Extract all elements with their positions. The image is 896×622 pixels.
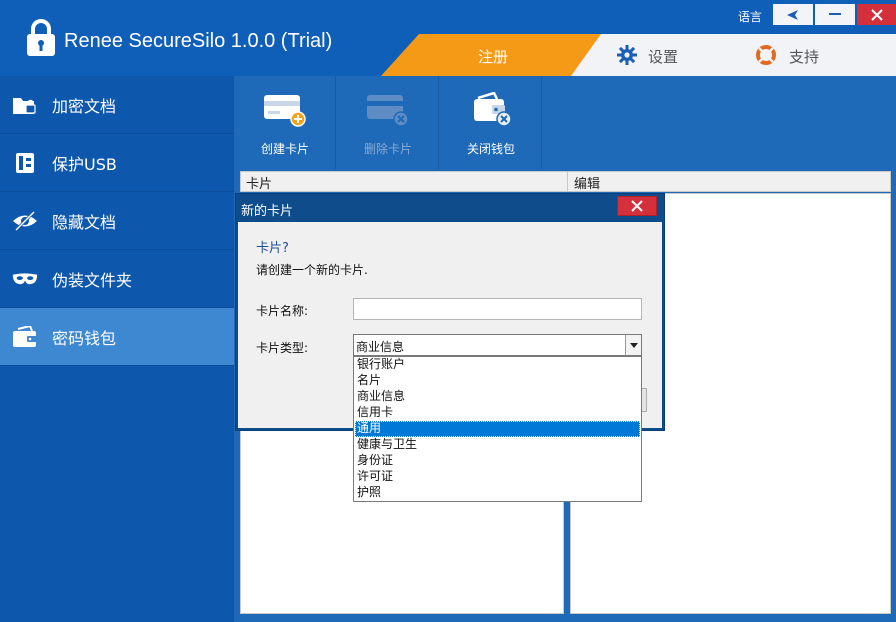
language-arrow-icon [787, 9, 798, 20]
lock-icon [27, 19, 55, 56]
sidebar-item-label: 密码钱包 [52, 328, 117, 348]
sidebar-item-label: 隐藏文档 [52, 212, 117, 232]
card-add-icon [264, 95, 306, 127]
sidebar-item-label: 保护USB [52, 154, 117, 174]
lock-folder-icon [13, 97, 36, 114]
dropdown-option[interactable]: 商业信息 [355, 389, 640, 405]
sidebar-item-usb[interactable]: 保护USB [0, 134, 234, 192]
wallet-close-icon [474, 92, 512, 127]
tab-support[interactable]: 支持 [789, 46, 819, 67]
dropdown-option[interactable]: 信用卡 [355, 405, 640, 421]
app-title: Renee SecureSilo 1.0.0 (Trial) [64, 30, 333, 52]
delete-card-label: 删除卡片 [363, 142, 412, 156]
column-divider[interactable] [567, 172, 568, 191]
dropdown-option[interactable]: 银行账户 [355, 357, 640, 373]
toolbar: 创建卡片 删除卡片 关闭钱包 [234, 76, 896, 169]
tab-register-label[interactable]: 注册 [478, 46, 508, 67]
sidebar-item-hide[interactable]: 隐藏文档 [0, 192, 234, 250]
dropdown-option[interactable]: 许可证 [355, 469, 640, 485]
card-delete-icon [367, 95, 409, 127]
card-name-label: 卡片名称: [256, 304, 309, 318]
dropdown-option[interactable]: 健康与卫生 [355, 437, 640, 453]
minimize-icon [829, 13, 841, 15]
close-wallet-label: 关闭钱包 [466, 142, 515, 156]
dropdown-option[interactable]: 护照 [355, 485, 640, 501]
sidebar-item-wallet[interactable]: 密码钱包 [0, 308, 234, 366]
wallet-icon [13, 325, 37, 347]
dialog-close-button[interactable] [617, 196, 657, 216]
close-icon [871, 8, 883, 21]
dropdown-arrow-button[interactable] [625, 335, 641, 355]
sidebar: 加密文档 保护USB 隐藏文档 伪装文件夹 密码钱包 [0, 76, 234, 622]
sidebar-item-encrypt[interactable]: 加密文档 [0, 76, 234, 134]
dialog-description: 请创建一个新的卡片. [256, 263, 368, 277]
dropdown-option[interactable]: 名片 [355, 373, 640, 389]
sidebar-item-label: 伪装文件夹 [52, 270, 133, 290]
usb-icon [16, 152, 34, 173]
minimize-button[interactable] [815, 4, 855, 25]
close-button[interactable] [857, 4, 896, 25]
hidden-eye-icon [13, 210, 37, 231]
close-icon [631, 200, 643, 212]
language-button[interactable] [773, 4, 813, 25]
dialog-title: 新的卡片 [241, 204, 294, 219]
tab-settings[interactable]: 设置 [648, 46, 678, 67]
card-type-label: 卡片类型: [256, 341, 309, 355]
card-type-dropdown: 银行账户 名片 商业信息 信用卡 通用 健康与卫生 身份证 许可证 护照 [353, 356, 642, 502]
sidebar-item-label: 加密文档 [52, 96, 117, 116]
create-card-label: 创建卡片 [260, 142, 309, 156]
column-header-edit[interactable]: 编辑 [574, 173, 600, 192]
sidebar-item-disguise[interactable]: 伪装文件夹 [0, 250, 234, 308]
mask-icon [12, 272, 38, 284]
chevron-down-icon [629, 342, 638, 348]
card-name-input[interactable] [353, 298, 642, 320]
column-header-card[interactable]: 卡片 [246, 173, 272, 192]
lifebuoy-icon [756, 45, 776, 65]
dialog-heading: 卡片? [256, 241, 289, 256]
create-card-button[interactable]: 创建卡片 [234, 76, 336, 169]
delete-card-button[interactable]: 删除卡片 [337, 76, 439, 169]
gear-icon [617, 45, 637, 65]
list-header [240, 171, 891, 192]
dropdown-option[interactable]: 身份证 [355, 453, 640, 469]
language-label: 语言 [738, 10, 763, 24]
close-wallet-button[interactable]: 关闭钱包 [440, 76, 542, 169]
dropdown-option-highlighted[interactable]: 通用 [355, 421, 640, 437]
card-type-value: 商业信息 [356, 340, 405, 354]
